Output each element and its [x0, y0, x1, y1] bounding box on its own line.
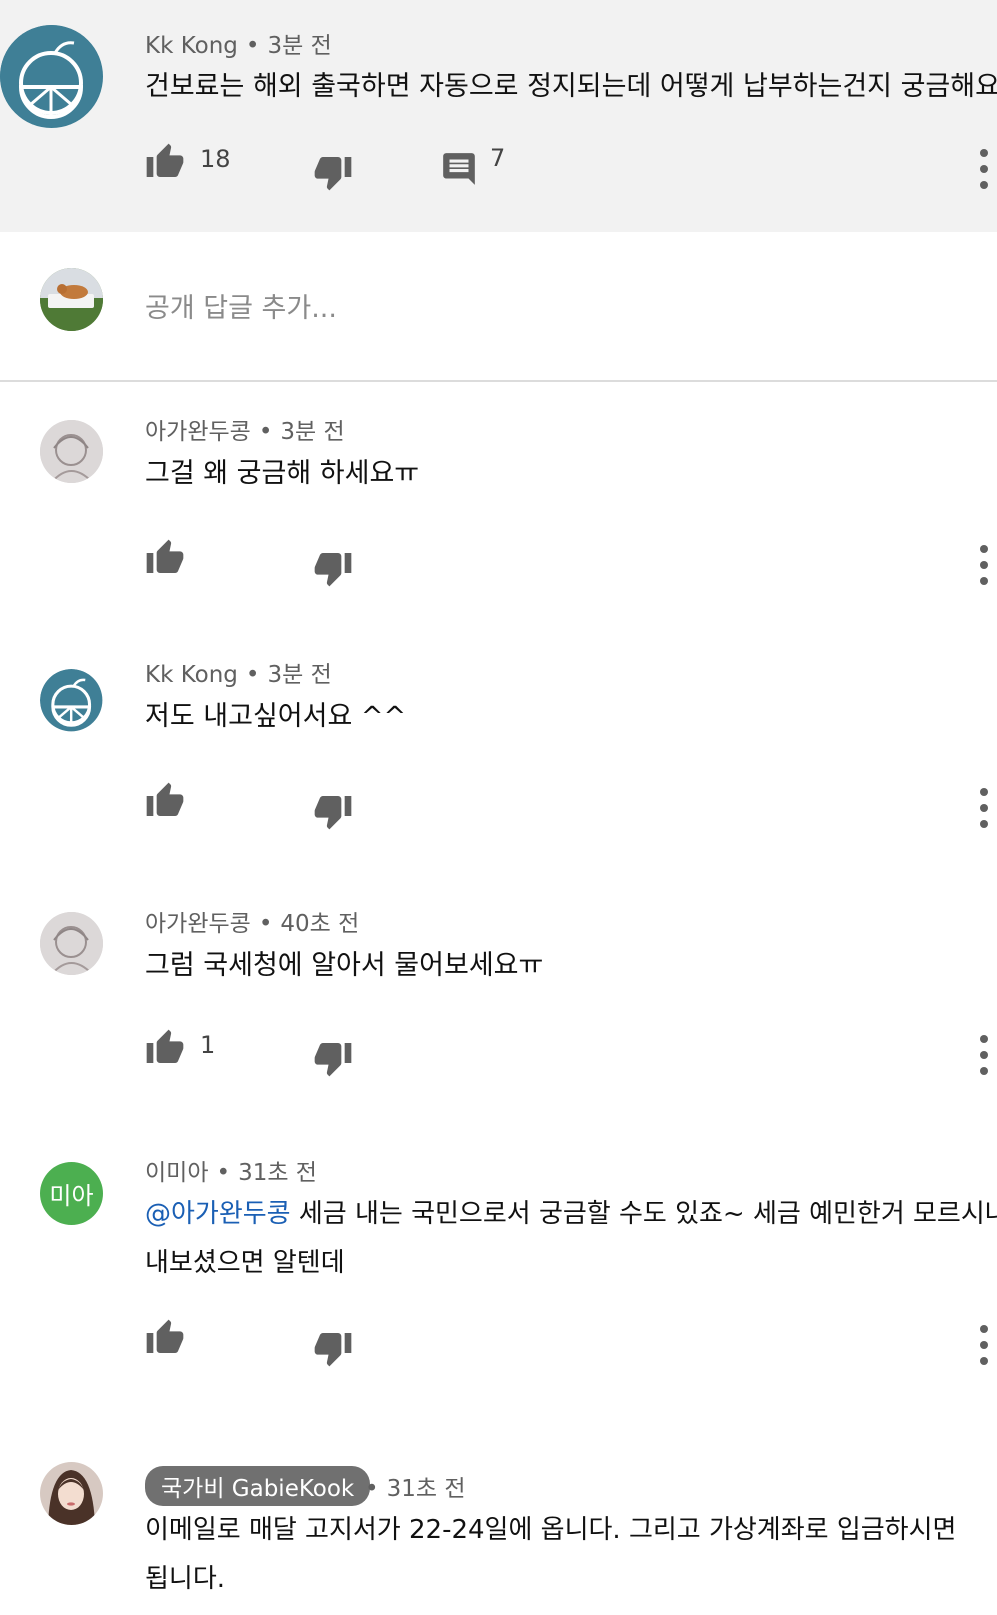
kkkong-avatar[interactable]	[0, 25, 103, 128]
reply-text-line1: 이메일로 매달 고지서가 22-24일에 옵니다. 그리고 가상계좌로 입금하시…	[145, 1515, 957, 1545]
reply-time[interactable]: 31초 전	[238, 1160, 317, 1186]
comment-meta: Kk Kong • 3분 전	[145, 26, 332, 60]
woman-portrait-icon	[40, 1462, 103, 1525]
reply-time[interactable]: 3분 전	[280, 419, 344, 445]
like-count: 18	[200, 145, 231, 173]
meta-separator: •	[365, 1476, 379, 1502]
like-count: 1	[200, 1031, 216, 1059]
reply-meta: • 31초 전	[365, 1469, 465, 1503]
reply-text: 그걸 왜 궁금해 하세요ㅠ	[145, 458, 420, 489]
sketch-portrait-icon	[40, 420, 103, 483]
meta-separator: •	[245, 662, 260, 688]
thumbs-up-icon[interactable]	[145, 538, 185, 578]
dog-photo-icon	[40, 268, 103, 331]
orange-slice-icon	[0, 25, 102, 127]
thumbs-down-icon[interactable]	[313, 548, 353, 588]
more-options-icon[interactable]	[978, 545, 990, 585]
reply-time[interactable]: 40초 전	[280, 911, 359, 937]
reply-text: @아가완두콩 세금 내는 국민으로서 궁금할 수도 있죠~ 세금 예민한거 모르…	[145, 1190, 997, 1239]
imia-avatar[interactable]: 미아	[40, 1162, 103, 1225]
reply-meta: 아가완두콩 • 40초 전	[145, 904, 359, 938]
reply-author[interactable]: Kk Kong	[145, 662, 238, 688]
thumbs-up-icon[interactable]	[145, 1318, 185, 1358]
orange-slice-icon	[40, 669, 103, 732]
kkkong-avatar[interactable]	[40, 669, 103, 732]
meta-separator: •	[216, 1160, 231, 1186]
avatar-initials: 미아	[49, 1182, 94, 1210]
reply-author[interactable]: 이미아	[145, 1160, 208, 1186]
add-reply-box: 공개 답글 추가...	[0, 232, 997, 382]
sketch-portrait-icon	[40, 912, 103, 975]
meta-separator: •	[258, 419, 273, 445]
thumbs-down-icon[interactable]	[313, 1038, 353, 1078]
reply-author[interactable]: 아가완두콩	[145, 911, 251, 937]
more-options-icon[interactable]	[978, 788, 990, 828]
reply-count[interactable]: 7	[490, 144, 505, 172]
reply-comment-icon[interactable]	[440, 150, 478, 188]
thumbs-down-icon[interactable]	[313, 152, 353, 192]
meta-separator: •	[258, 911, 273, 937]
reply-meta: Kk Kong • 3분 전	[145, 655, 332, 689]
reply-text-line1: 세금 내는 국민으로서 궁금할 수도 있죠~ 세금 예민한거 모르시나요	[290, 1199, 997, 1229]
thumbs-up-icon[interactable]	[145, 781, 185, 821]
reply-meta: 아가완두콩 • 3분 전	[145, 412, 345, 446]
current-user-avatar	[40, 268, 103, 331]
reply-time[interactable]: 3분 전	[267, 662, 331, 688]
reply-text: 저도 내고싶어서요 ^^	[145, 701, 407, 732]
thumbs-down-icon[interactable]	[313, 791, 353, 831]
more-options-icon[interactable]	[978, 149, 990, 189]
reply-text: 그럼 국세청에 알아서 물어보세요ㅠ	[145, 950, 544, 981]
meta-separator: •	[245, 33, 260, 59]
add-reply-input[interactable]: 공개 답글 추가...	[145, 286, 337, 325]
thumbs-up-icon[interactable]	[145, 142, 185, 182]
agawandukong-avatar[interactable]	[40, 912, 103, 975]
thumbs-up-icon[interactable]	[145, 1028, 185, 1068]
comment-text: 건보료는 해외 출국하면 자동으로 정지되는데 어떻게 납부하는건지 궁금해요	[145, 71, 997, 102]
mention-link[interactable]: @아가완두콩	[145, 1199, 291, 1229]
more-options-icon[interactable]	[978, 1035, 990, 1075]
comment-time[interactable]: 3분 전	[267, 33, 331, 59]
gabiekook-avatar[interactable]	[40, 1462, 103, 1525]
more-options-icon[interactable]	[978, 1325, 990, 1365]
reply-text-line2: 내보셨으면 알텐데	[145, 1248, 345, 1278]
channel-owner-badge[interactable]: 국가비 GabieKook	[145, 1466, 371, 1506]
thumbs-down-icon[interactable]	[313, 1328, 353, 1368]
parent-comment: Kk Kong • 3분 전 건보료는 해외 출국하면 자동으로 정지되는데 어떻게…	[0, 0, 997, 232]
reply-author[interactable]: 아가완두콩	[145, 419, 251, 445]
reply-meta: 이미아 • 31초 전	[145, 1153, 317, 1187]
reply-time[interactable]: 31초 전	[387, 1476, 466, 1502]
reply-text-line2: 됩니다.	[145, 1564, 226, 1594]
comment-author[interactable]: Kk Kong	[145, 33, 238, 59]
agawandukong-avatar[interactable]	[40, 420, 103, 483]
